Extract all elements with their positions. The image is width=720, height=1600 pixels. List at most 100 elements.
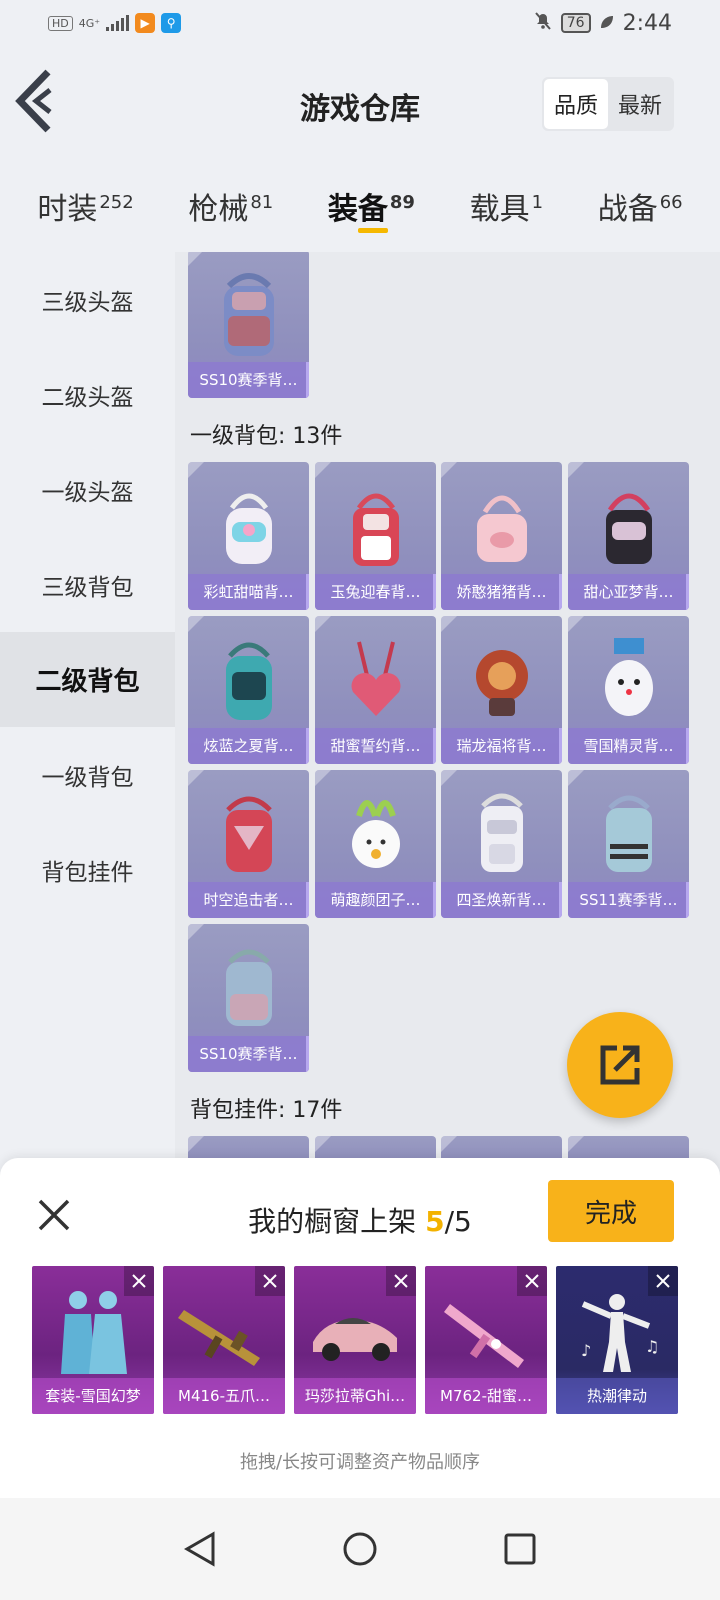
close-button[interactable] [32, 1193, 76, 1237]
nav-home-button[interactable] [330, 1519, 390, 1579]
backpack-icon [480, 793, 523, 872]
tab-label: 战备 [597, 192, 658, 227]
showcase-item[interactable]: M416-五爪… [163, 1266, 285, 1414]
item-card[interactable]: 萌趣颜团子… [315, 770, 436, 918]
item-card[interactable]: 玉兔迎春背… [315, 462, 436, 610]
sidebar-item-helmet-lv2[interactable]: 二级头盔 [0, 347, 175, 442]
tab-label: 枪械 [188, 192, 249, 227]
back-button[interactable] [10, 66, 58, 136]
close-icon [38, 1199, 70, 1231]
tab-label: 载具 [469, 192, 530, 227]
tab-label: 装备 [327, 192, 388, 227]
backpack-icon [223, 273, 274, 356]
leaf-icon [599, 11, 615, 35]
item-label: 雪国精灵背… [568, 728, 689, 764]
status-bar: HD 4G⁺ ▶ ⚲ 76 2:44 [0, 0, 720, 46]
item-label: 瑞龙福将背… [441, 728, 562, 764]
showcase-item-label: M762-甜蜜… [425, 1378, 547, 1414]
item-card[interactable]: SS10赛季背… [188, 924, 309, 1072]
item-label: SS10赛季背… [188, 1036, 309, 1072]
showcase-sheet: 我的橱窗上架 5/5 完成 套装-雪国幻梦 M416-五爪… 玛莎拉蒂Ghi… … [0, 1158, 720, 1498]
backpack-icon [605, 493, 652, 564]
showcase-total: /5 [444, 1205, 472, 1238]
remove-item-button[interactable] [648, 1266, 678, 1296]
nav-recents-button[interactable] [490, 1519, 550, 1579]
backpack-icon [605, 795, 652, 872]
item-label: 四圣焕新背… [441, 882, 562, 918]
item-card[interactable]: 四圣焕新背… [441, 770, 562, 918]
done-button[interactable]: 完成 [548, 1180, 674, 1242]
search-app-icon: ⚲ [161, 13, 182, 33]
item-label: 甜心亚梦背… [568, 574, 689, 610]
sort-option-latest[interactable]: 最新 [608, 79, 672, 129]
item-card[interactable]: 娇憨猪猪背… [441, 462, 562, 610]
close-icon [525, 1274, 539, 1288]
tab-count: 81 [250, 192, 274, 213]
item-card[interactable]: 时空追击者… [188, 770, 309, 918]
showcase-item[interactable]: 套装-雪国幻梦 [32, 1266, 154, 1414]
sidebar-item-backpack-lv2[interactable]: 二级背包 [0, 632, 175, 727]
item-card[interactable]: 彩虹甜喵背… [188, 462, 309, 610]
remove-item-button[interactable] [386, 1266, 416, 1296]
item-label: 甜蜜誓约背… [315, 728, 436, 764]
remove-item-button[interactable] [255, 1266, 285, 1296]
video-app-icon: ▶ [135, 13, 156, 33]
rifle-icon [444, 1304, 524, 1368]
nav-back-button[interactable] [170, 1519, 230, 1579]
item-label: SS10赛季背… [188, 362, 309, 398]
square-recents-icon [504, 1533, 536, 1565]
hd-badge: HD [48, 15, 73, 31]
tab-equipment[interactable]: 装备 89 [328, 170, 415, 245]
sheet-title-text: 我的橱窗上架 [248, 1205, 417, 1238]
tab-count: 89 [389, 192, 415, 213]
item-card[interactable]: SS10赛季背… [188, 252, 309, 398]
backpack-icon [225, 642, 272, 720]
sidebar-item-helmet-lv3[interactable]: 三级头盔 [0, 252, 175, 347]
backpack-icon [351, 641, 400, 716]
category-tabs: 时装 252 枪械 81 装备 89 载具 1 战备 66 [0, 170, 720, 245]
sidebar-item-backpack-lv3[interactable]: 三级背包 [0, 537, 175, 632]
showcase-item[interactable]: M762-甜蜜… [425, 1266, 547, 1414]
item-card[interactable]: 炫蓝之夏背… [188, 616, 309, 764]
backpack-icon [225, 949, 272, 1026]
svg-text:♪: ♪ [581, 1341, 591, 1360]
subcategory-sidebar: 三级头盔 二级头盔 一级头盔 三级背包 二级背包 一级背包 背包挂件 [0, 252, 175, 1182]
sort-option-quality[interactable]: 品质 [543, 79, 608, 129]
showcase-item-label: 热潮律动 [556, 1378, 678, 1414]
item-card[interactable]: SS11赛季背… [568, 770, 689, 918]
item-label: 娇憨猪猪背… [441, 574, 562, 610]
sidebar-item-backpack-lv1[interactable]: 一级背包 [0, 727, 175, 822]
item-label: 时空追击者… [188, 882, 309, 918]
tab-vehicles[interactable]: 载具 1 [470, 170, 543, 245]
item-card[interactable]: 甜心亚梦背… [568, 462, 689, 610]
tab-outfits[interactable]: 时装 252 [37, 170, 133, 245]
remove-item-button[interactable] [124, 1266, 154, 1296]
tab-weapons[interactable]: 枪械 81 [188, 170, 273, 245]
showcase-item[interactable]: ♪ ♫ 热潮律动 [556, 1266, 678, 1414]
item-card[interactable]: 甜蜜誓约背… [315, 616, 436, 764]
backpack-icon [475, 650, 528, 716]
tab-gear[interactable]: 战备 66 [598, 170, 683, 245]
remove-item-button[interactable] [517, 1266, 547, 1296]
rifle-icon [178, 1310, 260, 1366]
item-card[interactable]: 雪国精灵背… [568, 616, 689, 764]
share-button[interactable] [567, 1012, 673, 1118]
battery-indicator: 76 [560, 13, 591, 33]
backpack-icon [476, 495, 527, 562]
sidebar-item-pendant[interactable]: 背包挂件 [0, 822, 175, 917]
close-icon [132, 1274, 146, 1288]
item-card[interactable]: 瑞龙福将背… [441, 616, 562, 764]
svg-text:♫: ♫ [645, 1337, 659, 1356]
sidebar-item-helmet-lv1[interactable]: 一级头盔 [0, 442, 175, 537]
back-arrow-icon [15, 69, 52, 133]
tab-count: 252 [99, 192, 134, 213]
share-export-icon [600, 1045, 640, 1085]
tab-count: 1 [531, 192, 544, 213]
signal-icon [106, 15, 130, 31]
showcase-item[interactable]: 玛莎拉蒂Ghi… [294, 1266, 416, 1414]
item-label: 萌趣颜团子… [315, 882, 436, 918]
close-icon [263, 1274, 277, 1288]
showcase-item-label: 套装-雪国幻梦 [32, 1378, 154, 1414]
item-label: SS11赛季背… [568, 882, 689, 918]
mute-bell-icon [533, 11, 553, 36]
